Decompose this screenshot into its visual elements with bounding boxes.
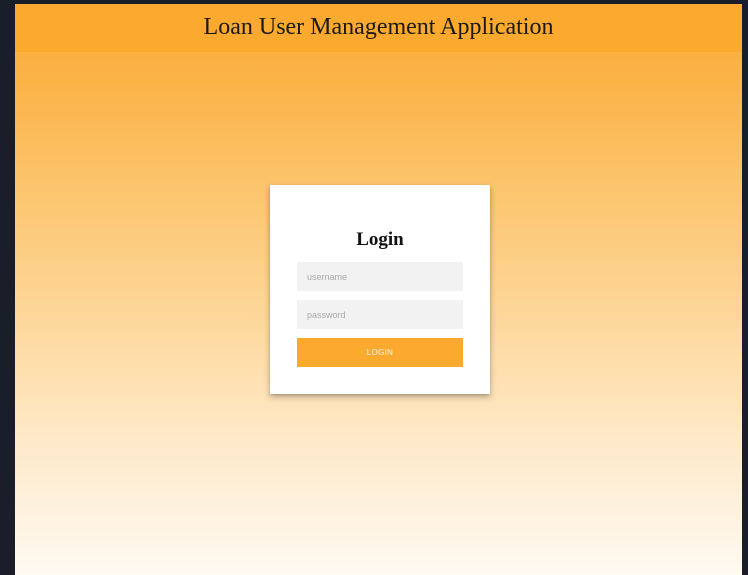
password-input[interactable] (297, 300, 463, 329)
username-input[interactable] (297, 262, 463, 291)
app-header: Loan User Management Application (15, 4, 742, 52)
app-title: Loan User Management Application (203, 14, 554, 40)
window-frame-right (742, 0, 748, 575)
login-title: Login (356, 229, 404, 250)
app-viewport: Loan User Management Application Login L… (15, 4, 742, 575)
login-button[interactable]: LOGIN (297, 338, 463, 367)
window-frame-left (0, 0, 15, 575)
login-card: Login LOGIN (270, 185, 490, 394)
